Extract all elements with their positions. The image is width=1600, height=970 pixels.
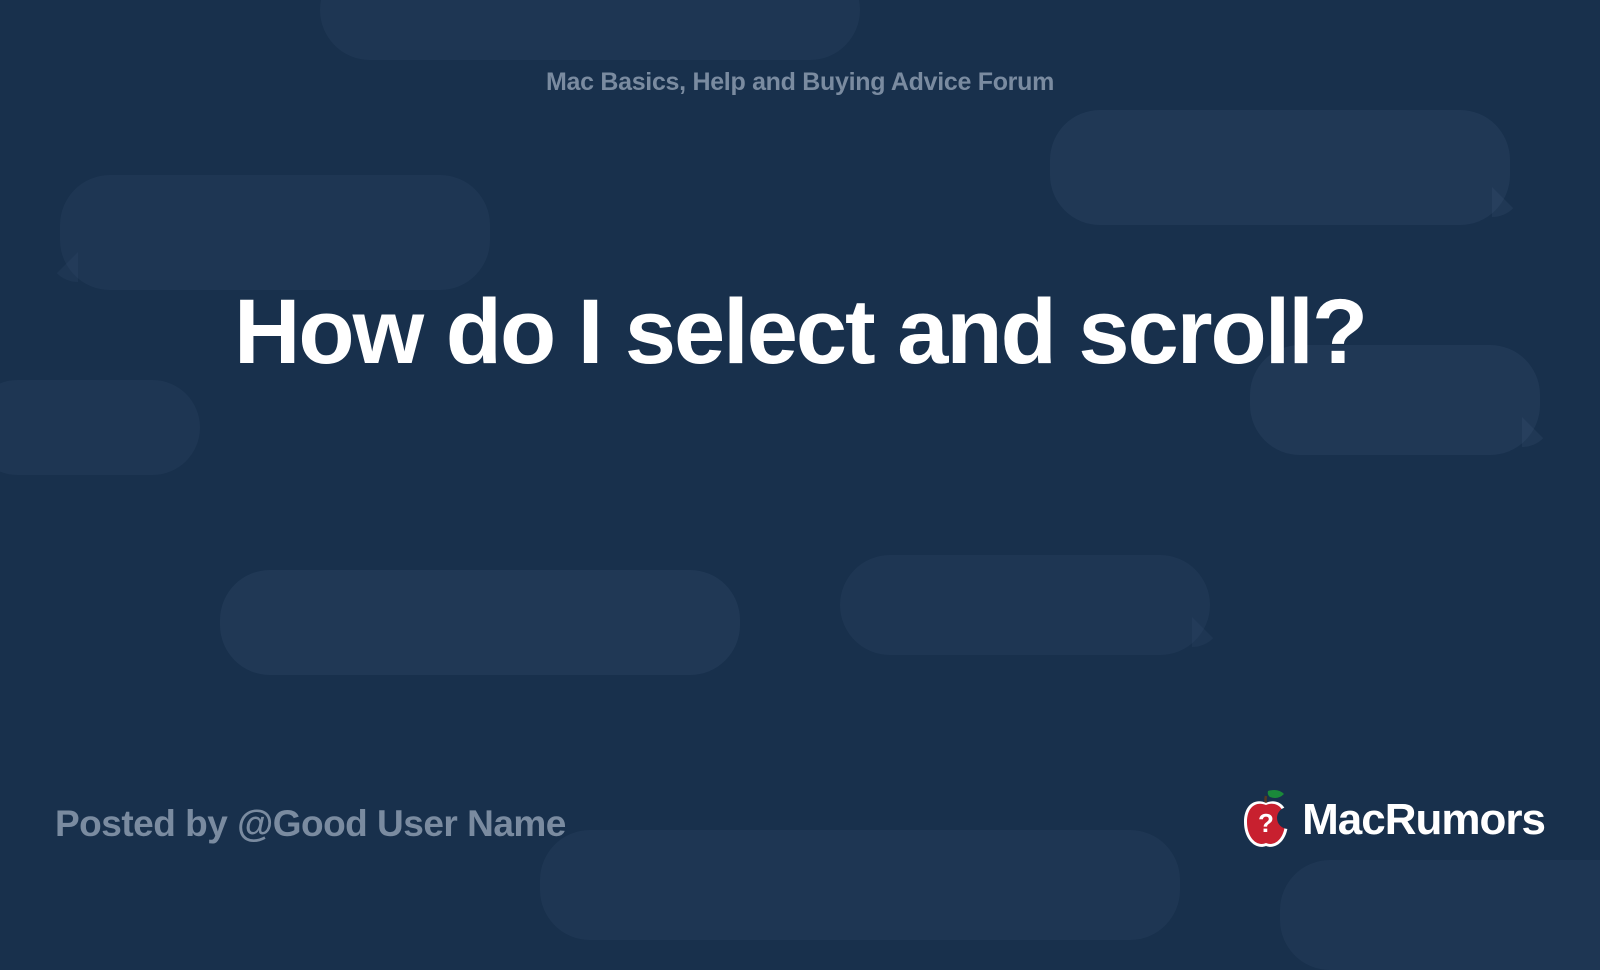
- forum-name: Mac Basics, Help and Buying Advice Forum: [0, 68, 1600, 97]
- bg-bubble: [60, 175, 490, 290]
- apple-icon: ?: [1238, 788, 1294, 852]
- bg-bubble: [320, 0, 860, 60]
- posted-by-line: Posted by @Good User Name: [55, 803, 566, 845]
- brand-logo: ? MacRumors: [1238, 788, 1545, 852]
- bg-bubble: [1280, 860, 1600, 970]
- posted-by-prefix: Posted by @: [55, 803, 273, 844]
- bg-bubble: [540, 830, 1180, 940]
- thread-title: How do I select and scroll?: [0, 280, 1600, 386]
- bg-bubble: [840, 555, 1210, 655]
- svg-text:?: ?: [1258, 808, 1274, 838]
- bg-bubble: [220, 570, 740, 675]
- bg-bubble: [0, 380, 200, 475]
- author-name: Good User Name: [273, 803, 566, 844]
- brand-name: MacRumors: [1302, 795, 1545, 845]
- bg-bubble: [1050, 110, 1510, 225]
